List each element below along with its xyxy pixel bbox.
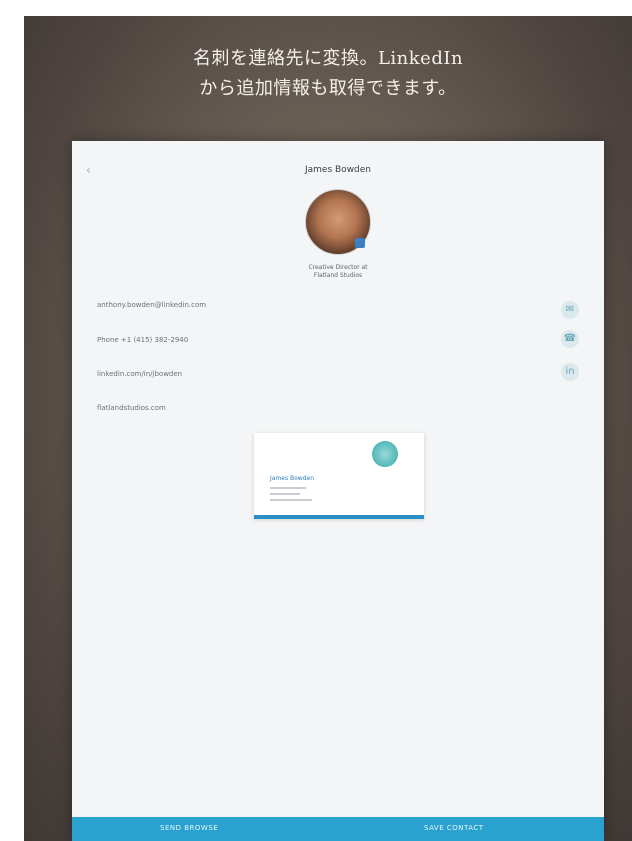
promo-caption-line2: から追加情報も取得できます。: [199, 78, 457, 99]
business-card[interactable]: James Bowden: [254, 433, 424, 519]
send-button[interactable]: SEND BROWSE: [160, 824, 218, 832]
contact-company: Flatland Studios: [313, 272, 363, 279]
phone-field[interactable]: Phone +1 (415) 382-2940: [97, 336, 188, 344]
contact-screen: ‹ James Bowden Creative Director at Flat…: [72, 141, 604, 841]
message-icon[interactable]: ✉: [561, 301, 579, 319]
bottom-action-bar: SEND BROWSE SAVE CONTACT: [72, 817, 604, 841]
contact-name: James Bowden: [304, 165, 372, 175]
card-name: James Bowden: [270, 475, 315, 482]
card-detail-line: [270, 499, 312, 501]
card-detail-line: [270, 487, 306, 489]
linkedin-icon[interactable]: in: [561, 363, 579, 381]
linkedin-field[interactable]: linkedin.com/in/jbowden: [97, 370, 182, 378]
website-field[interactable]: flatlandstudios.com: [97, 404, 166, 412]
promo-caption-line1: 名刺を連絡先に変換。LinkedIn: [192, 48, 464, 69]
contact-title: Creative Director at: [308, 264, 368, 271]
card-logo-icon: [372, 441, 398, 467]
linkedin-badge-icon: [355, 238, 365, 248]
card-accent-bar: [254, 515, 424, 519]
save-contact-button[interactable]: SAVE CONTACT: [424, 824, 484, 832]
card-detail-line: [270, 493, 300, 495]
email-field[interactable]: anthony.bowden@linkedin.com: [97, 301, 206, 309]
phone-icon[interactable]: ☎: [561, 330, 579, 348]
